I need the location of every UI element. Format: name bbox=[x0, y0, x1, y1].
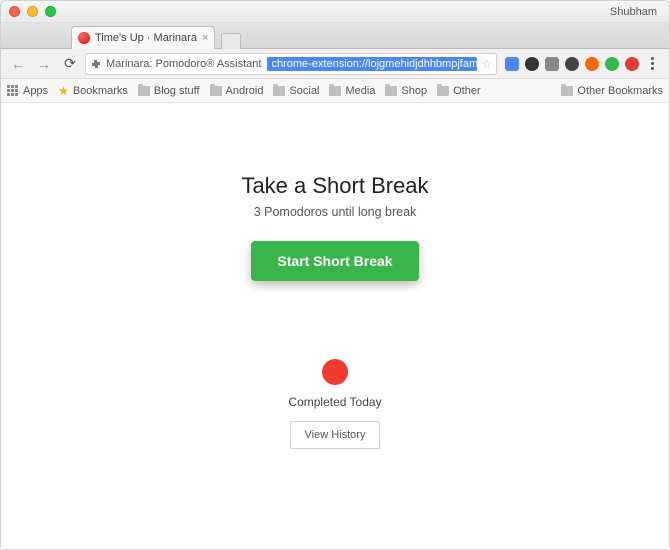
bookmarks-apps[interactable]: Apps bbox=[7, 85, 48, 97]
bookmarks-folder-label: Other bbox=[453, 85, 481, 97]
other-bookmarks[interactable]: Other Bookmarks bbox=[561, 85, 663, 97]
extension-icon-5[interactable] bbox=[585, 57, 599, 71]
bookmarks-folder-blog[interactable]: Blog stuff bbox=[138, 85, 200, 97]
folder-icon bbox=[210, 86, 222, 96]
tab-favicon-tomato-icon bbox=[78, 32, 90, 44]
other-bookmarks-label: Other Bookmarks bbox=[577, 85, 663, 97]
address-bar[interactable]: Marinara: Pomodoro® Assistant chrome-ext… bbox=[85, 53, 497, 75]
completed-today-label: Completed Today bbox=[175, 395, 495, 409]
bookmarks-bar: Apps ★ Bookmarks Blog stuff Android Soci… bbox=[1, 79, 669, 103]
folder-icon bbox=[385, 86, 397, 96]
omnibox-site-title: Marinara: Pomodoro® Assistant bbox=[106, 58, 263, 70]
folder-icon bbox=[138, 86, 150, 96]
page-subtitle: 3 Pomodoros until long break bbox=[175, 205, 495, 219]
back-button[interactable]: ← bbox=[7, 53, 29, 75]
extension-icon-1[interactable] bbox=[505, 57, 519, 71]
bookmark-star-icon[interactable]: ☆ bbox=[481, 57, 492, 71]
extension-icon-3[interactable] bbox=[545, 57, 559, 71]
folder-icon bbox=[437, 86, 449, 96]
bookmarks-folder-shop[interactable]: Shop bbox=[385, 85, 427, 97]
extension-icon-7[interactable] bbox=[625, 57, 639, 71]
extension-icon-6[interactable] bbox=[605, 57, 619, 71]
bookmarks-folder-label: Blog stuff bbox=[154, 85, 200, 97]
folder-icon bbox=[273, 86, 285, 96]
tab-strip: Time's Up · Marinara × bbox=[1, 23, 669, 49]
close-window-button[interactable] bbox=[9, 6, 20, 17]
bookmarks-folder-label: Social bbox=[289, 85, 319, 97]
start-short-break-button[interactable]: Start Short Break bbox=[251, 241, 418, 281]
bookmarks-folder-android[interactable]: Android bbox=[210, 85, 264, 97]
forward-button[interactable]: → bbox=[33, 53, 55, 75]
extension-icon bbox=[90, 58, 102, 70]
bookmarks-folder-media[interactable]: Media bbox=[329, 85, 375, 97]
completed-pomodoro-dot-icon bbox=[322, 359, 348, 385]
bookmarks-folder-social[interactable]: Social bbox=[273, 85, 319, 97]
tab-title: Time's Up · Marinara bbox=[95, 32, 197, 44]
bookmarks-folder-label: Android bbox=[226, 85, 264, 97]
extension-icon-4[interactable] bbox=[565, 57, 579, 71]
close-tab-button[interactable]: × bbox=[202, 32, 208, 44]
profile-name[interactable]: Shubham bbox=[610, 6, 661, 18]
view-history-button[interactable]: View History bbox=[290, 421, 381, 449]
extension-icon-2[interactable] bbox=[525, 57, 539, 71]
folder-icon bbox=[561, 86, 573, 96]
browser-tab[interactable]: Time's Up · Marinara × bbox=[71, 26, 215, 49]
new-tab-button[interactable] bbox=[221, 33, 241, 49]
apps-icon bbox=[7, 85, 19, 97]
omnibox-url-selected: chrome-extension://lojgmehidjdhhbmpjfamh… bbox=[267, 57, 477, 71]
star-icon: ★ bbox=[58, 84, 69, 98]
bookmarks-favorites[interactable]: ★ Bookmarks bbox=[58, 84, 128, 98]
browser-window: Shubham Time's Up · Marinara × ← → ⟳ Mar… bbox=[0, 0, 670, 550]
extension-icons bbox=[501, 57, 663, 71]
bookmarks-favorites-label: Bookmarks bbox=[73, 85, 128, 97]
fullscreen-window-button[interactable] bbox=[45, 6, 56, 17]
bookmarks-folder-label: Media bbox=[345, 85, 375, 97]
minimize-window-button[interactable] bbox=[27, 6, 38, 17]
bookmarks-folder-label: Shop bbox=[401, 85, 427, 97]
break-panel: Take a Short Break 3 Pomodoros until lon… bbox=[175, 173, 495, 549]
folder-icon bbox=[329, 86, 341, 96]
page-content: Take a Short Break 3 Pomodoros until lon… bbox=[1, 103, 669, 549]
toolbar: ← → ⟳ Marinara: Pomodoro® Assistant chro… bbox=[1, 49, 669, 79]
mac-titlebar: Shubham bbox=[1, 1, 669, 23]
traffic-lights bbox=[9, 6, 56, 17]
reload-button[interactable]: ⟳ bbox=[59, 53, 81, 75]
bookmarks-folder-other[interactable]: Other bbox=[437, 85, 481, 97]
page-title: Take a Short Break bbox=[175, 173, 495, 199]
bookmarks-apps-label: Apps bbox=[23, 85, 48, 97]
chrome-menu-button[interactable] bbox=[645, 57, 659, 71]
